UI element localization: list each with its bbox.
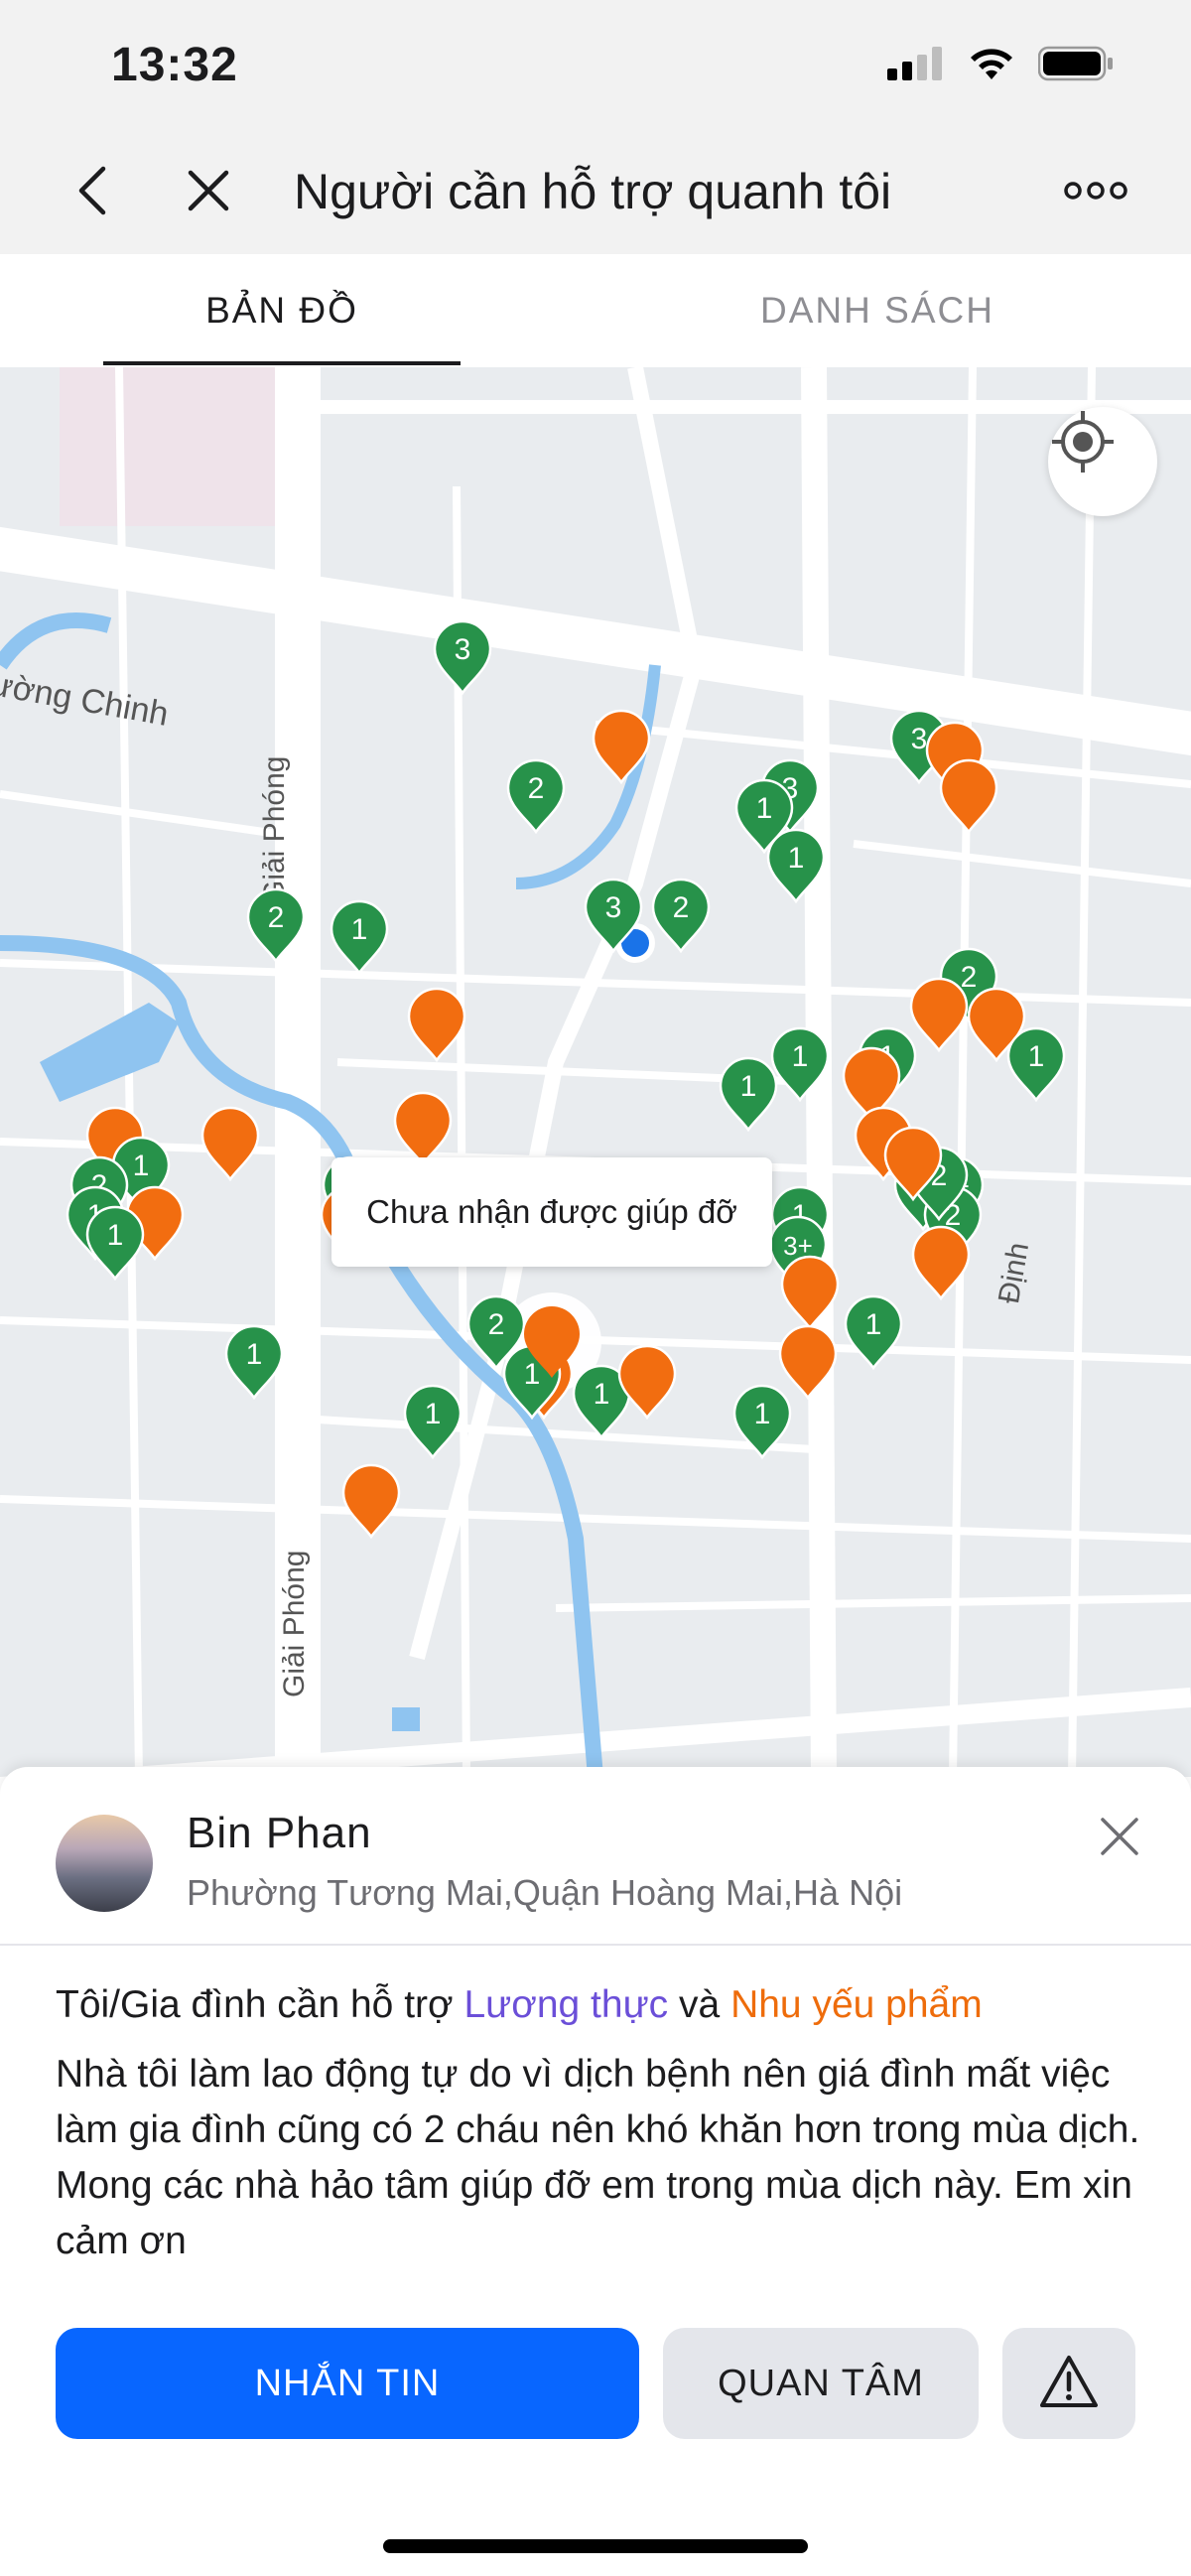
- person-name: Bin Phan: [187, 1809, 372, 1857]
- map-marker-green[interactable]: 1: [732, 1384, 792, 1460]
- person-address: Phường Tương Mai,Quận Hoàng Mai,Hà Nội: [187, 1872, 903, 1913]
- back-button[interactable]: [62, 161, 125, 224]
- marker-count-label: 1: [754, 1398, 771, 1430]
- map-marker-green[interactable]: 1: [403, 1384, 463, 1460]
- cellular-signal-icon: [887, 47, 945, 85]
- marker-count-label: 1: [788, 842, 805, 875]
- close-icon: [1099, 1816, 1140, 1862]
- marker-count-label: 1: [865, 1308, 882, 1341]
- need-summary: Tôi/Gia đình cần hỗ trợ Lương thực và Nh…: [56, 1983, 983, 2027]
- map-marker-orange[interactable]: [341, 1463, 401, 1540]
- map-marker-orange[interactable]: [778, 1324, 838, 1401]
- marker-count-label: 1: [524, 1358, 541, 1391]
- marker-count-label: 1: [351, 913, 368, 946]
- map-marker-green[interactable]: 2: [506, 758, 566, 835]
- need-item-food: Lương thực: [463, 1983, 669, 2026]
- marker-count-label: 3: [911, 723, 928, 755]
- person-detail-sheet: Bin Phan Phường Tương Mai,Quận Hoàng Mai…: [0, 1767, 1191, 2576]
- divider: [0, 1944, 1191, 1946]
- marker-count-label: 1: [594, 1378, 610, 1411]
- map-marker-orange[interactable]: [393, 1091, 453, 1167]
- active-tab-indicator: [103, 361, 461, 365]
- map-marker-green[interactable]: 1: [85, 1205, 145, 1282]
- marker-count-label: 1: [246, 1338, 263, 1371]
- avatar: [56, 1815, 153, 1912]
- close-icon: [185, 167, 232, 219]
- map-marker-green[interactable]: 1: [1006, 1026, 1066, 1103]
- marker-count-label: 3: [455, 633, 471, 666]
- sheet-close-button[interactable]: [1090, 1809, 1149, 1868]
- marker-count-label: 2: [488, 1308, 505, 1341]
- battery-icon: [1037, 46, 1114, 86]
- tab-map[interactable]: BẢN ĐỒ: [103, 254, 461, 367]
- need-connector: và: [679, 1983, 721, 2026]
- marker-layer: 3231132132211111211213+13+221121111: [66, 619, 1066, 1540]
- marker-count-label: 2: [528, 772, 545, 805]
- nav-header: Người cần hỗ trợ quanh tôi: [0, 131, 1191, 254]
- map-marker-orange[interactable]: [780, 1255, 840, 1331]
- map-marker-orange[interactable]: [617, 1344, 677, 1421]
- map-marker-green[interactable]: 2: [246, 887, 306, 964]
- map-marker-green[interactable]: 1: [224, 1324, 284, 1401]
- marker-count-label: 1: [133, 1150, 150, 1182]
- need-item-supplies: Nhu yếu phẩm: [730, 1983, 983, 2026]
- need-prefix: Tôi/Gia đình cần hỗ trợ: [56, 1983, 454, 2026]
- map-marker-orange[interactable]: [909, 977, 969, 1053]
- map-marker-green[interactable]: 3: [584, 878, 643, 954]
- marker-count-label: 2: [961, 961, 978, 994]
- chevron-left-icon: [73, 165, 113, 221]
- status-bar: 13:32: [0, 0, 1191, 131]
- marker-tooltip: Chưa nhận được giúp đỡ: [331, 1157, 772, 1267]
- home-indicator: [383, 2539, 808, 2553]
- tab-bar: BẢN ĐỒ DANH SÁCH: [0, 254, 1191, 367]
- map-marker-green[interactable]: 1: [766, 828, 826, 904]
- tab-list[interactable]: DANH SÁCH: [699, 254, 1056, 367]
- map-marker-green[interactable]: 1: [330, 899, 389, 976]
- marker-count-label: 3: [605, 891, 622, 924]
- map-view[interactable]: ường Chinh Giải Phóng Giải Phóng Định 32…: [0, 367, 1191, 1777]
- marker-count-label: 1: [1028, 1040, 1045, 1073]
- warning-icon: [1038, 2354, 1100, 2414]
- more-button[interactable]: [1056, 171, 1135, 214]
- map-marker-green[interactable]: 1: [719, 1056, 778, 1133]
- map-marker-green[interactable]: 3: [433, 619, 492, 696]
- wifi-icon: [967, 46, 1016, 86]
- locate-button[interactable]: [1048, 407, 1157, 516]
- map-marker-green[interactable]: 1: [844, 1294, 903, 1371]
- status-icons: [887, 46, 1114, 86]
- map-marker-orange[interactable]: [592, 709, 651, 785]
- map-marker-green[interactable]: 1: [770, 1026, 830, 1103]
- care-button[interactable]: QUAN TÂM: [663, 2328, 979, 2439]
- marker-count-label: 1: [792, 1040, 809, 1073]
- map-marker-orange[interactable]: [407, 987, 466, 1063]
- need-description: Nhà tôi làm lao động tự do vì dịch bệnh …: [56, 2053, 1140, 2262]
- page-title: Người cần hỗ trợ quanh tôi: [294, 164, 892, 219]
- status-time: 13:32: [111, 39, 238, 91]
- marker-count-label: 2: [268, 901, 285, 934]
- report-button[interactable]: [1002, 2328, 1135, 2439]
- marker-count-label: 2: [673, 891, 690, 924]
- marker-count-label: 1: [740, 1070, 757, 1103]
- close-button[interactable]: [177, 161, 240, 224]
- map-marker-green[interactable]: 2: [651, 878, 711, 954]
- marker-count-label: 1: [107, 1219, 124, 1252]
- map-marker-orange[interactable]: [939, 758, 998, 835]
- marker-count-label: 1: [756, 792, 773, 825]
- map-marker-orange[interactable]: [911, 1225, 971, 1301]
- message-button[interactable]: NHẮN TIN: [56, 2328, 639, 2439]
- more-horizontal-icon: [1063, 181, 1128, 205]
- map-marker-orange[interactable]: [200, 1106, 260, 1182]
- marker-count-label: 1: [425, 1398, 442, 1430]
